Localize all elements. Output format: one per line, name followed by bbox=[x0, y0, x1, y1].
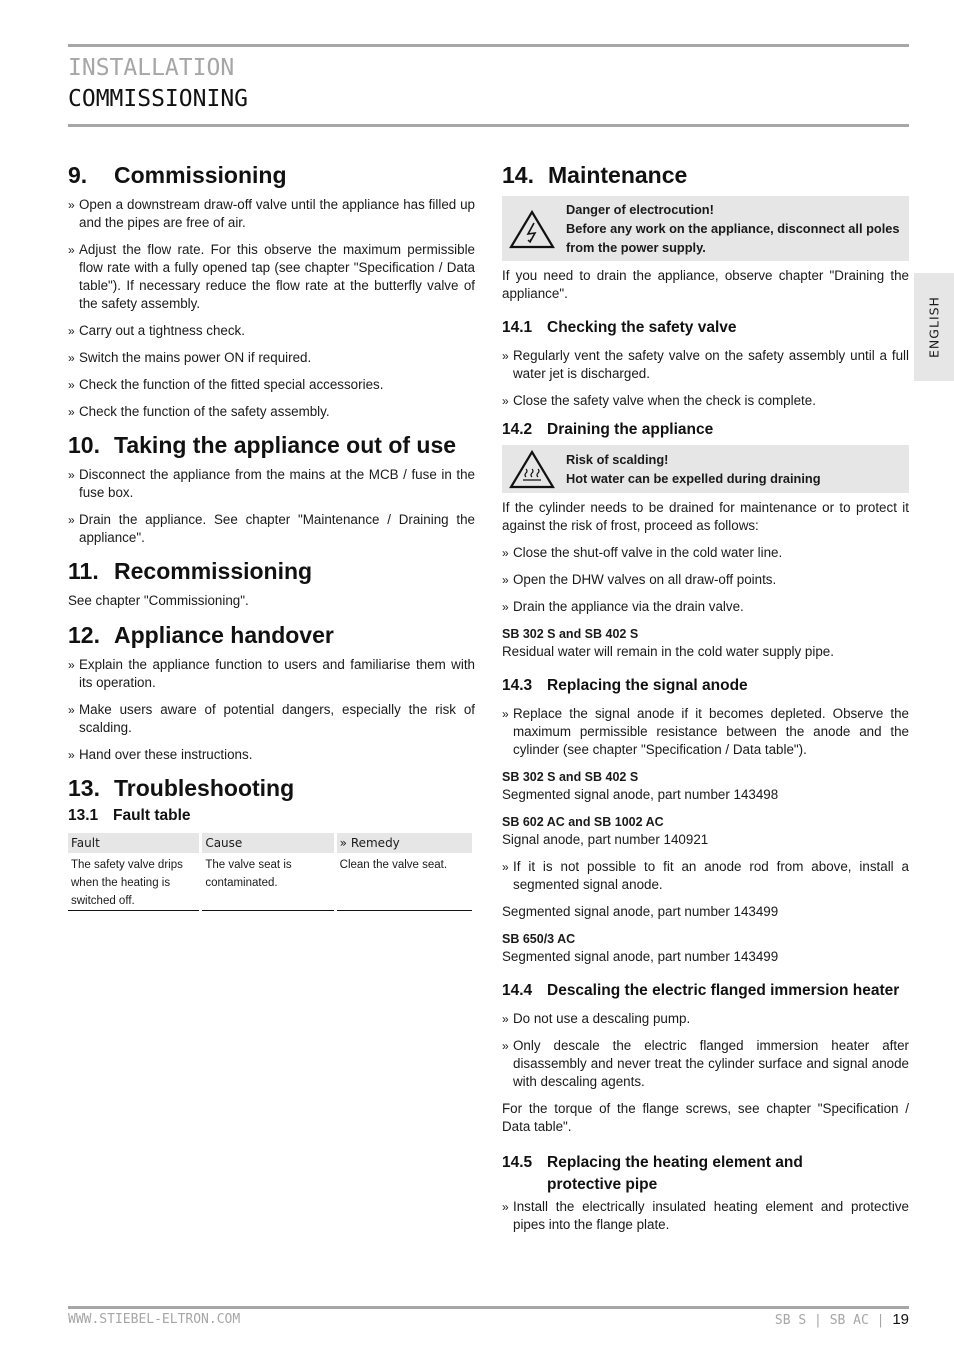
list-item: Hand over these instructions. bbox=[68, 746, 475, 764]
footer-page-info: SB S | SB AC | 19 bbox=[775, 1311, 909, 1328]
list-item: Regularly vent the safety valve on the s… bbox=[502, 347, 909, 383]
list-item: Do not use a descaling pump. bbox=[502, 1010, 909, 1028]
header-bottom-rule bbox=[68, 124, 909, 127]
top-rule bbox=[68, 44, 909, 47]
subsection-heading: 13.1 Fault table bbox=[68, 807, 191, 824]
list-item: Replace the signal anode if it becomes d… bbox=[502, 705, 909, 759]
table-cell: The safety valve drips when the heating … bbox=[68, 853, 200, 911]
heating-element-list: Install the electrically insulated heati… bbox=[502, 1198, 909, 1234]
anode-list: Replace the signal anode if it becomes d… bbox=[502, 705, 909, 759]
subsection-heading: 14.4 Descaling the electric flanged immer… bbox=[502, 982, 900, 999]
list-item: Close the shut-off valve in the cold wat… bbox=[502, 544, 909, 562]
language-tab[interactable]: ENGLISH bbox=[914, 273, 954, 381]
descaling-list: Do not use a descaling pump. Only descal… bbox=[502, 1010, 909, 1091]
electric-hazard-icon bbox=[509, 209, 555, 248]
list-item: If it is not possible to fit an anode ro… bbox=[502, 858, 909, 894]
hot-surface-icon bbox=[509, 449, 555, 489]
page-number: 19 bbox=[892, 1311, 909, 1328]
footer-rule bbox=[68, 1306, 909, 1309]
warning-box: Risk of scalding! Hot water can be expel… bbox=[502, 445, 909, 493]
column-header: » Remedy bbox=[336, 833, 472, 853]
safety-valve-list: Regularly vent the safety valve on the s… bbox=[502, 347, 909, 410]
model-label: SB 602 AC and SB 1002 AC bbox=[502, 815, 664, 829]
paragraph: Signal anode, part number 140921 bbox=[502, 832, 709, 847]
header-title: COMMISSIONING bbox=[68, 86, 249, 112]
paragraph: Segmented signal anode, part number 1434… bbox=[502, 949, 779, 964]
model-label: SB 302 S and SB 402 S bbox=[502, 770, 639, 784]
handover-list: Explain the appliance function to users … bbox=[68, 656, 475, 764]
table-cell: Clean the valve seat. bbox=[336, 853, 472, 911]
language-tab-label: ENGLISH bbox=[926, 296, 942, 358]
list-item: Disconnect the appliance from the mains … bbox=[68, 466, 475, 502]
fault-table: Fault Cause » Remedy The safety valve dr… bbox=[65, 833, 475, 911]
paragraph: If the cylinder needs to be drained for … bbox=[502, 500, 909, 533]
section-heading: 9. Commissioning bbox=[68, 162, 287, 188]
subsection-heading: 14.2 Draining the appliance bbox=[502, 421, 714, 438]
model-label: SB 302 S and SB 402 S bbox=[502, 627, 639, 641]
section-heading: 12. Appliance handover bbox=[68, 622, 334, 648]
list-item: Drain the appliance via the drain valve. bbox=[502, 598, 909, 616]
subsection-heading: 14.5 Replacing the heating element and pr… bbox=[502, 1154, 803, 1193]
paragraph: Segmented signal anode, part number 1434… bbox=[502, 787, 779, 802]
section-heading: 13. Troubleshooting bbox=[68, 775, 295, 801]
subsection-heading: 14.1 Checking the safety valve bbox=[502, 319, 737, 336]
paragraph: See chapter "Commissioning". bbox=[68, 593, 249, 608]
column-header: Cause bbox=[202, 833, 334, 853]
subsection-heading: 14.3 Replacing the signal anode bbox=[502, 677, 748, 694]
commissioning-list: Open a downstream draw-off valve until t… bbox=[68, 196, 475, 421]
table-cell: The valve seat is contaminated. bbox=[202, 853, 334, 911]
warning-box: Danger of electrocution! Before any work… bbox=[502, 196, 909, 261]
list-item: Check the function of the safety assembl… bbox=[68, 403, 475, 421]
list-item: Open the DHW valves on all draw-off poin… bbox=[502, 571, 909, 589]
column-header: Fault bbox=[68, 833, 200, 853]
list-item: Open a downstream draw-off valve until t… bbox=[68, 196, 475, 232]
table-row: The safety valve drips when the heating … bbox=[68, 853, 472, 911]
footer-models: SB S | SB AC | bbox=[774, 1313, 885, 1328]
section-heading: 14. Maintenance bbox=[502, 162, 688, 188]
list-item: Only descale the electric flanged immers… bbox=[502, 1037, 909, 1091]
list-item: Check the function of the fitted special… bbox=[68, 376, 475, 394]
section-heading: 11. Recommissioning bbox=[68, 558, 313, 584]
paragraph: For the torque of the flange screws, see… bbox=[502, 1101, 909, 1134]
paragraph: Residual water will remain in the cold w… bbox=[502, 644, 834, 659]
website-link[interactable]: WWW.STIEBEL-ELTRON.COM bbox=[68, 1312, 240, 1327]
list-item: Close the safety valve when the check is… bbox=[502, 392, 909, 410]
anode-list-2: If it is not possible to fit an anode ro… bbox=[502, 858, 909, 894]
right-column: 14. Maintenance Danger of electrocution! … bbox=[502, 160, 909, 1243]
list-item: Drain the appliance. See chapter "Mainte… bbox=[68, 511, 475, 547]
out-of-use-list: Disconnect the appliance from the mains … bbox=[68, 466, 475, 547]
list-item: Switch the mains power ON if required. bbox=[68, 349, 475, 367]
list-item: Adjust the flow rate. For this observe t… bbox=[68, 241, 475, 313]
list-item: Install the electrically insulated heati… bbox=[502, 1198, 909, 1234]
draining-list: Close the shut-off valve in the cold wat… bbox=[502, 544, 909, 616]
list-item: Explain the appliance function to users … bbox=[68, 656, 475, 692]
list-item: Carry out a tightness check. bbox=[68, 322, 475, 340]
header-section: INSTALLATION bbox=[68, 55, 235, 81]
model-label: SB 650/3 AC bbox=[502, 932, 576, 946]
list-item: Make users aware of potential dangers, e… bbox=[68, 701, 475, 737]
paragraph: Segmented signal anode, part number 1434… bbox=[502, 904, 779, 919]
paragraph: If you need to drain the appliance, obse… bbox=[502, 268, 909, 301]
section-heading: 10. Taking the appliance out of use bbox=[68, 432, 457, 458]
left-column: 9.Commissioning Open a downstream draw-o… bbox=[68, 160, 475, 911]
